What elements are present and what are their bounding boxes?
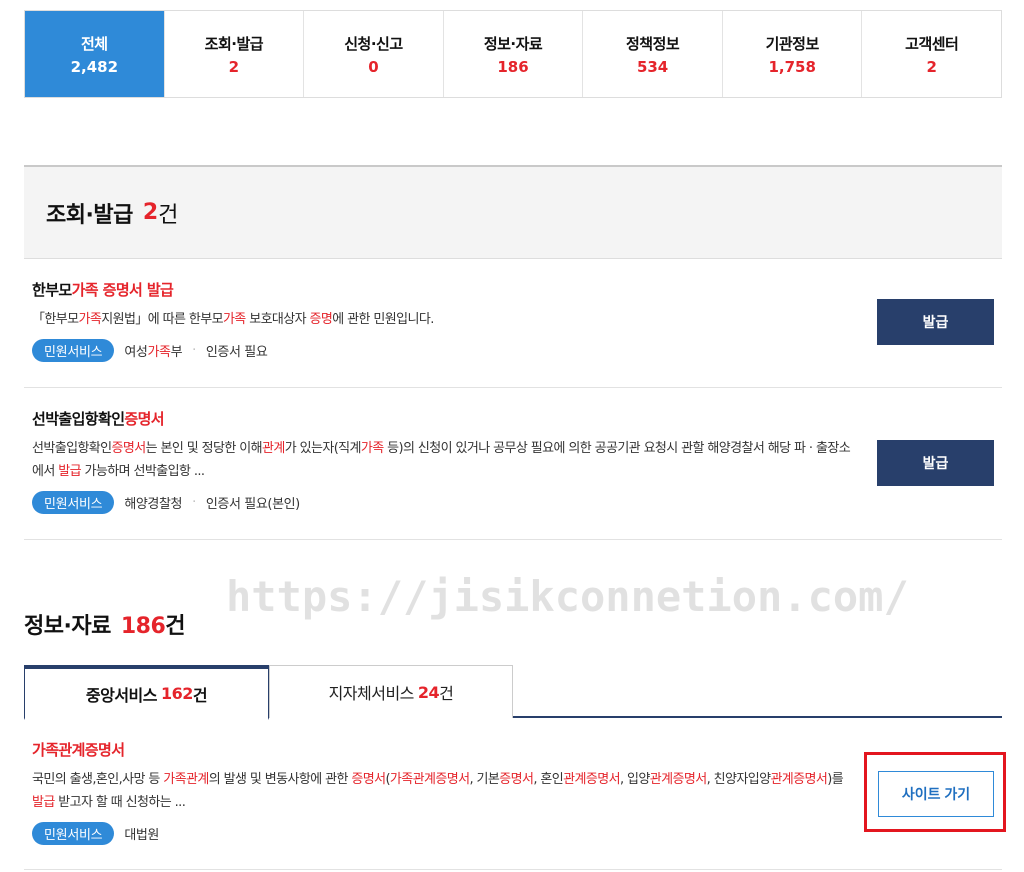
category-label: 정책정보 [626, 34, 680, 53]
meta-separator: · [192, 343, 196, 358]
result-item: 가족관계증명서 국민의 출생,혼인,사망 등 가족관계의 발생 및 변동사항에 … [24, 733, 1002, 870]
highlight-callout-box: 사이트 가기 [864, 752, 1006, 832]
category-tab-all[interactable]: 전체 2,482 [25, 11, 164, 97]
meta-separator: · [192, 495, 196, 510]
watermark-url: https://jisikconnetion.com/ [226, 572, 909, 621]
section-unit: 건 [158, 202, 179, 228]
service-sub-tabs: 중앙서비스 162 건 지자체서비스 24 건 [24, 665, 1002, 720]
category-count: 2 [926, 57, 937, 76]
item-title[interactable]: 가족관계증명서 [32, 739, 1002, 760]
info-section-title: 정보·자료 186건 [24, 614, 186, 639]
item-meta: 민원서비스 여성가족부 · 인증서 필요 [32, 339, 1002, 362]
category-tab-info-data[interactable]: 정보·자료 186 [442, 11, 583, 97]
category-count: 534 [636, 57, 669, 76]
item-meta: 민원서비스 대법원 [32, 822, 1002, 845]
tab-central-service[interactable]: 중앙서비스 162 건 [24, 665, 269, 720]
agency-name: 여성가족부 [124, 345, 183, 360]
item-meta: 민원서비스 해양경찰청 · 인증서 필요(본인) [32, 491, 1002, 514]
category-count: 0 [368, 57, 379, 76]
category-label: 정보·자료 [483, 34, 543, 53]
tab-local-service[interactable]: 지자체서비스 24 건 [269, 665, 513, 718]
issue-button[interactable]: 발급 [877, 299, 994, 345]
category-tab-agency[interactable]: 기관정보 1,758 [721, 11, 862, 97]
category-label: 전체 [80, 34, 108, 53]
category-count: 2,482 [70, 57, 119, 76]
item-description: 「한부모가족지원법」에 따른 한부모가족 보호대상자 증명에 관한 민원입니다. [32, 312, 434, 327]
auth-note: 인증서 필요(본인) [205, 497, 300, 512]
issue-button[interactable]: 발급 [877, 440, 994, 486]
item-description: 국민의 출생,혼인,사망 등 가족관계의 발생 및 변동사항에 관한 증명서(가… [32, 772, 844, 810]
auth-note: 인증서 필요 [205, 345, 268, 360]
agency-name: 대법원 [124, 828, 159, 843]
category-count: 186 [497, 57, 529, 76]
item-title[interactable]: 한부모가족 증명서 발급 [32, 279, 1002, 300]
issue-section-header: 조회·발급 2 건 [24, 165, 1002, 259]
item-title[interactable]: 선박출입항확인증명서 [32, 408, 1002, 429]
service-badge: 민원서비스 [32, 339, 115, 362]
category-tab-apply-report[interactable]: 신청·신고 0 [303, 11, 443, 97]
service-badge: 민원서비스 [32, 822, 115, 845]
result-item: 한부모가족 증명서 발급 「한부모가족지원법」에 따른 한부모가족 보호대상자 … [24, 259, 1002, 388]
go-to-site-button[interactable]: 사이트 가기 [878, 771, 994, 817]
category-tabs: 전체 2,482 조회·발급 2 신청·신고 0 정보·자료 186 정책정보 … [24, 10, 1002, 98]
category-tab-lookup-issue[interactable]: 조회·발급 2 [163, 11, 304, 97]
section-title: 조회·발급 [46, 202, 133, 228]
category-label: 조회·발급 [204, 34, 264, 53]
category-tab-policy[interactable]: 정책정보 534 [582, 11, 722, 97]
service-badge: 민원서비스 [32, 491, 115, 514]
category-count: 2 [228, 57, 240, 76]
item-description: 선박출입항확인증명서는 본인 및 정당한 이해관계가 있는자(직계가족 등)의 … [32, 441, 851, 479]
category-label: 신청·신고 [344, 34, 403, 53]
agency-name: 해양경찰청 [124, 497, 183, 512]
result-item: 선박출입항확인증명서 선박출입항확인증명서는 본인 및 정당한 이해관계가 있는… [24, 388, 1002, 540]
category-tab-customer-center[interactable]: 고객센터 2 [861, 11, 1001, 97]
section-count: 2 [142, 200, 159, 225]
category-count: 1,758 [768, 57, 816, 76]
category-label: 기관정보 [765, 34, 820, 53]
category-label: 고객센터 [905, 34, 959, 53]
